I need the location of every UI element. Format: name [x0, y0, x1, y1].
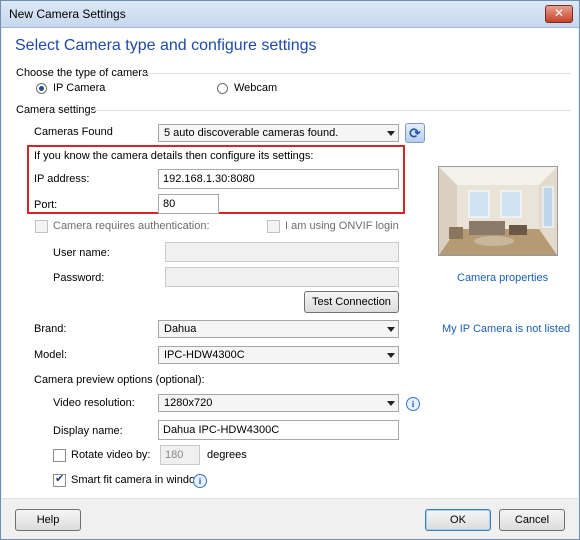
chevron-down-icon [387, 401, 395, 406]
ip-camera-radio[interactable] [36, 83, 47, 94]
camera-preview-image [438, 166, 558, 256]
degrees-label: degrees [207, 449, 247, 461]
auth-checkbox[interactable] [35, 220, 48, 233]
close-button[interactable]: ✕ [545, 5, 573, 23]
video-resolution-label: Video resolution: [53, 397, 135, 409]
chevron-down-icon [387, 327, 395, 332]
test-connection-button[interactable]: Test Connection [304, 291, 399, 313]
known-details-text: If you know the camera details then conf… [34, 150, 314, 162]
close-icon: ✕ [553, 6, 565, 20]
cancel-button[interactable]: Cancel [499, 509, 565, 531]
rotate-label[interactable]: Rotate video by: [71, 449, 151, 461]
webcam-radio[interactable] [217, 83, 228, 94]
model-select[interactable]: IPC-HDW4300C [158, 346, 399, 364]
ip-address-field[interactable]: 192.168.1.30:8080 [158, 169, 399, 189]
port-field[interactable]: 80 [158, 194, 219, 214]
dialog-footer: Help OK Cancel [2, 498, 578, 539]
username-label: User name: [53, 247, 110, 259]
dialog-window: New Camera Settings ✕ Select Camera type… [0, 0, 580, 540]
brand-value: Dahua [164, 323, 197, 335]
port-label: Port: [34, 199, 58, 211]
brand-label: Brand: [34, 323, 67, 335]
divider [92, 110, 571, 111]
camera-properties-link[interactable]: Camera properties [457, 272, 548, 284]
cameras-found-select[interactable]: 5 auto discoverable cameras found. [158, 124, 399, 142]
not-listed-link[interactable]: My IP Camera is not listed [442, 323, 570, 335]
auth-label[interactable]: Camera requires authentication: [53, 220, 210, 232]
display-name-label: Display name: [53, 425, 123, 437]
chevron-down-icon [387, 353, 395, 358]
ok-button[interactable]: OK [425, 509, 491, 531]
info-icon[interactable]: i [406, 397, 420, 411]
video-resolution-value: 1280x720 [164, 397, 213, 409]
refresh-icon: ⟳ [409, 125, 421, 141]
username-field[interactable] [165, 242, 399, 262]
smart-fit-checkbox[interactable] [53, 472, 66, 487]
model-label: Model: [34, 349, 68, 361]
rotate-stepper[interactable]: 180 [160, 445, 200, 465]
webcam-label[interactable]: Webcam [234, 82, 277, 94]
onvif-label[interactable]: I am using ONVIF login [285, 220, 399, 232]
divider [143, 73, 571, 74]
room-preview-picture [439, 167, 557, 255]
rotate-value: 180 [165, 449, 184, 461]
help-button[interactable]: Help [15, 509, 81, 531]
video-resolution-select[interactable]: 1280x720 [158, 394, 399, 412]
onvif-checkbox[interactable] [267, 220, 280, 233]
cameras-found-label: Cameras Found [34, 126, 113, 138]
info-icon[interactable]: i [193, 474, 207, 488]
ip-address-label: IP address: [34, 173, 90, 185]
brand-select[interactable]: Dahua [158, 320, 399, 338]
model-value: IPC-HDW4300C [164, 349, 245, 361]
ip-camera-label[interactable]: IP Camera [53, 82, 105, 94]
smart-fit-label[interactable]: Smart fit camera in window [71, 474, 203, 486]
title-bar[interactable]: New Camera Settings ✕ [1, 1, 579, 28]
refresh-button[interactable]: ⟳ [405, 123, 425, 143]
preview-options-label: Camera preview options (optional): [34, 374, 205, 386]
rotate-checkbox[interactable] [53, 449, 66, 462]
camera-settings-group-label: Camera settings [16, 104, 97, 116]
chevron-down-icon [387, 131, 395, 136]
window-title: New Camera Settings [9, 7, 126, 21]
cameras-found-value: 5 auto discoverable cameras found. [164, 127, 339, 139]
dialog-content: Select Camera type and configure setting… [2, 28, 578, 498]
camera-type-group-label: Choose the type of camera [16, 67, 149, 79]
password-field[interactable] [165, 267, 399, 287]
password-label: Password: [53, 272, 105, 284]
display-name-field[interactable]: Dahua IPC-HDW4300C [158, 420, 399, 440]
page-title: Select Camera type and configure setting… [15, 37, 317, 54]
